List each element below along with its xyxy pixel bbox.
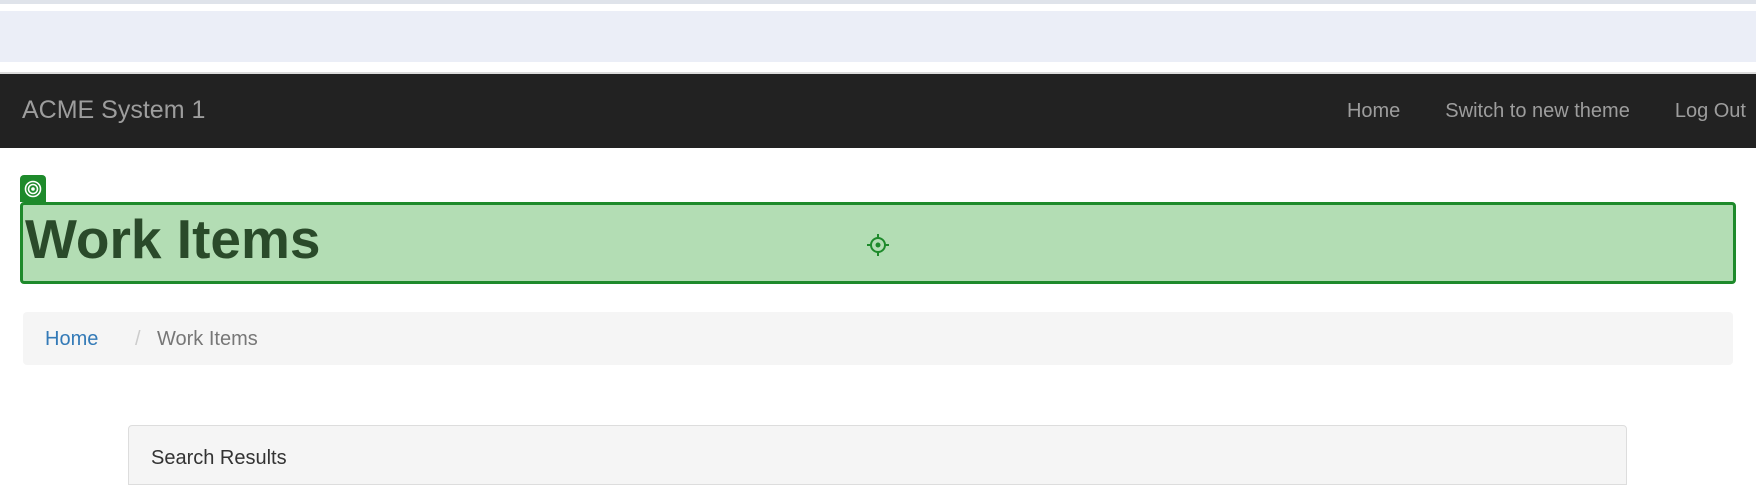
nav-switch-theme-link[interactable]: Switch to new theme <box>1445 100 1630 123</box>
navbar-links: Home Switch to new theme Log Out <box>1302 100 1746 123</box>
breadcrumb: Home / Work Items <box>23 312 1733 365</box>
breadcrumb-home-link[interactable]: Home <box>45 328 98 351</box>
top-band <box>0 11 1756 62</box>
nav-logout-link[interactable]: Log Out <box>1675 100 1746 123</box>
nav-home-link[interactable]: Home <box>1347 100 1400 123</box>
navbar-brand[interactable]: ACME System 1 <box>22 96 205 125</box>
search-results-panel: Search Results <box>128 425 1627 485</box>
crosshair-icon <box>867 234 889 256</box>
breadcrumb-current: Work Items <box>157 328 258 350</box>
top-divider <box>0 0 1756 4</box>
navbar: ACME System 1 Home Switch to new theme L… <box>0 72 1756 148</box>
browser-top-strip <box>0 0 1756 72</box>
page-title: Work Items <box>25 208 321 270</box>
breadcrumb-separator: / <box>135 328 141 350</box>
target-icon <box>20 175 46 202</box>
